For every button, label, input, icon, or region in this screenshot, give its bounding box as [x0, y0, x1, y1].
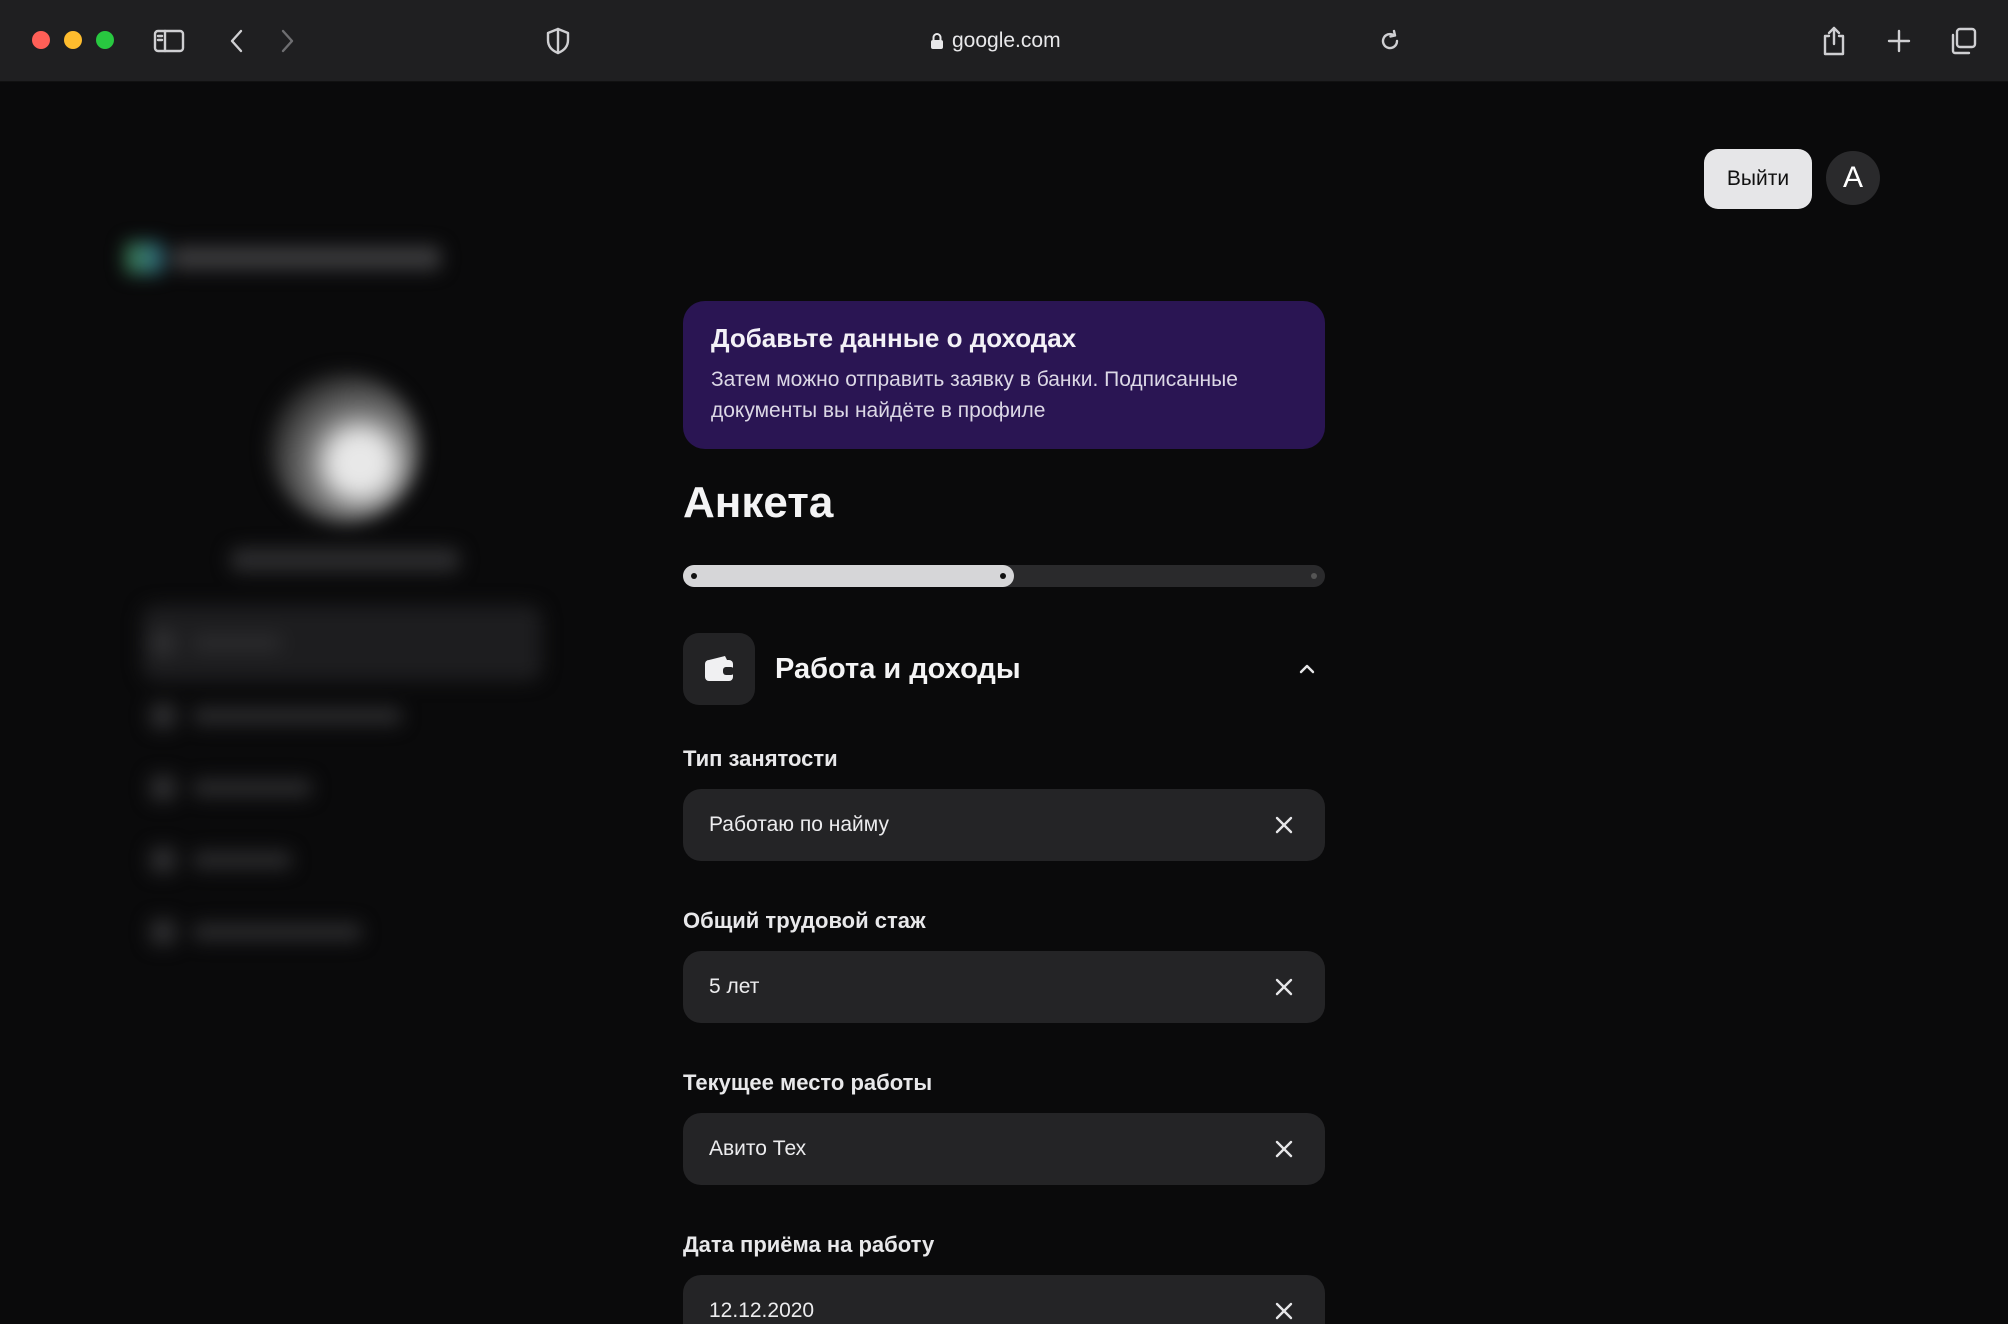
hire-date-field[interactable]: 12.12.2020	[683, 1275, 1325, 1324]
forward-icon[interactable]	[270, 24, 304, 58]
hire-date-label: Дата приёма на работу	[683, 1232, 935, 1257]
user-avatar[interactable]: А	[1826, 151, 1880, 205]
window-close-button[interactable]	[32, 31, 50, 49]
shield-icon[interactable]	[541, 24, 575, 58]
progress-fill	[683, 565, 1014, 587]
sidebar-toggle-icon[interactable]	[152, 24, 186, 58]
banner-title: Добавьте данные о доходах	[711, 323, 1077, 353]
browser-toolbar: google.com	[0, 0, 2008, 82]
total-experience-value: 5 лет	[709, 975, 760, 998]
banner-text: Затем можно отправить заявку в банки. По…	[711, 368, 1238, 422]
close-icon[interactable]	[1269, 972, 1299, 1002]
window-zoom-button[interactable]	[96, 31, 114, 49]
current-workplace-label: Текущее место работы	[683, 1070, 933, 1095]
progress-end-dot	[1311, 573, 1317, 579]
window-minimize-button[interactable]	[64, 31, 82, 49]
sidebar-item[interactable]	[150, 919, 420, 945]
sidebar-item[interactable]	[150, 703, 420, 729]
progress-bar	[683, 565, 1325, 587]
wallet-icon	[683, 633, 755, 705]
logo	[125, 238, 445, 278]
tab-overview-icon[interactable]	[1946, 24, 1980, 58]
reload-icon[interactable]	[1373, 24, 1407, 58]
employment-type-field[interactable]: Работаю по найму	[683, 789, 1325, 861]
lock-icon	[931, 33, 943, 49]
section-header-work-income[interactable]: Работа и доходы	[683, 633, 1325, 705]
progress-current-dot	[1000, 573, 1006, 579]
back-icon[interactable]	[220, 24, 254, 58]
close-icon[interactable]	[1269, 810, 1299, 840]
close-icon[interactable]	[1269, 1134, 1299, 1164]
total-experience-label: Общий трудовой стаж	[683, 908, 926, 933]
new-tab-icon[interactable]	[1882, 24, 1916, 58]
current-workplace-field[interactable]: Авито Тех	[683, 1113, 1325, 1185]
page-title: Анкета	[683, 478, 834, 527]
share-icon[interactable]	[1817, 24, 1851, 58]
url-text: google.com	[952, 29, 1061, 52]
employment-type-label: Тип занятости	[683, 746, 838, 771]
section-title: Работа и доходы	[775, 652, 1021, 685]
sidebar-item[interactable]	[150, 775, 420, 801]
close-icon[interactable]	[1269, 1296, 1299, 1324]
hire-date-value: 12.12.2020	[709, 1299, 815, 1322]
profile-name	[230, 548, 460, 572]
total-experience-field[interactable]: 5 лет	[683, 951, 1325, 1023]
chevron-up-icon[interactable]	[1293, 655, 1321, 683]
sidebar-item[interactable]	[150, 847, 420, 873]
logout-button[interactable]: Выйти	[1704, 149, 1812, 209]
sidebar-item[interactable]	[150, 630, 420, 656]
address-bar[interactable]: google.com	[930, 26, 1061, 56]
sidebar-blurred	[100, 133, 580, 983]
progress-start-dot	[691, 573, 697, 579]
employment-type-value: Работаю по найму	[709, 813, 889, 836]
page: Выйти А Добавьте данные о доходах Затем …	[0, 83, 2008, 1324]
current-workplace-value: Авито Тех	[709, 1137, 807, 1160]
income-banner: Добавьте данные о доходах Затем можно от…	[683, 301, 1325, 449]
profile-avatar	[270, 373, 420, 523]
